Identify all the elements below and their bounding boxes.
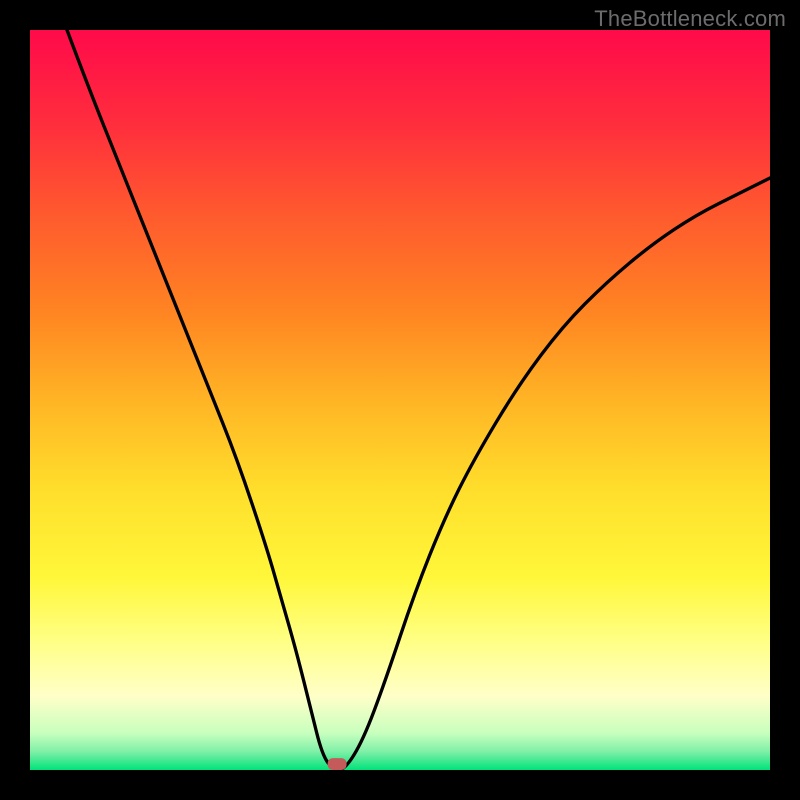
chart-frame: TheBottleneck.com <box>0 0 800 800</box>
valley-marker <box>328 758 347 770</box>
watermark-text: TheBottleneck.com <box>594 6 786 32</box>
plot-area <box>30 30 770 770</box>
plot-background <box>30 30 770 770</box>
